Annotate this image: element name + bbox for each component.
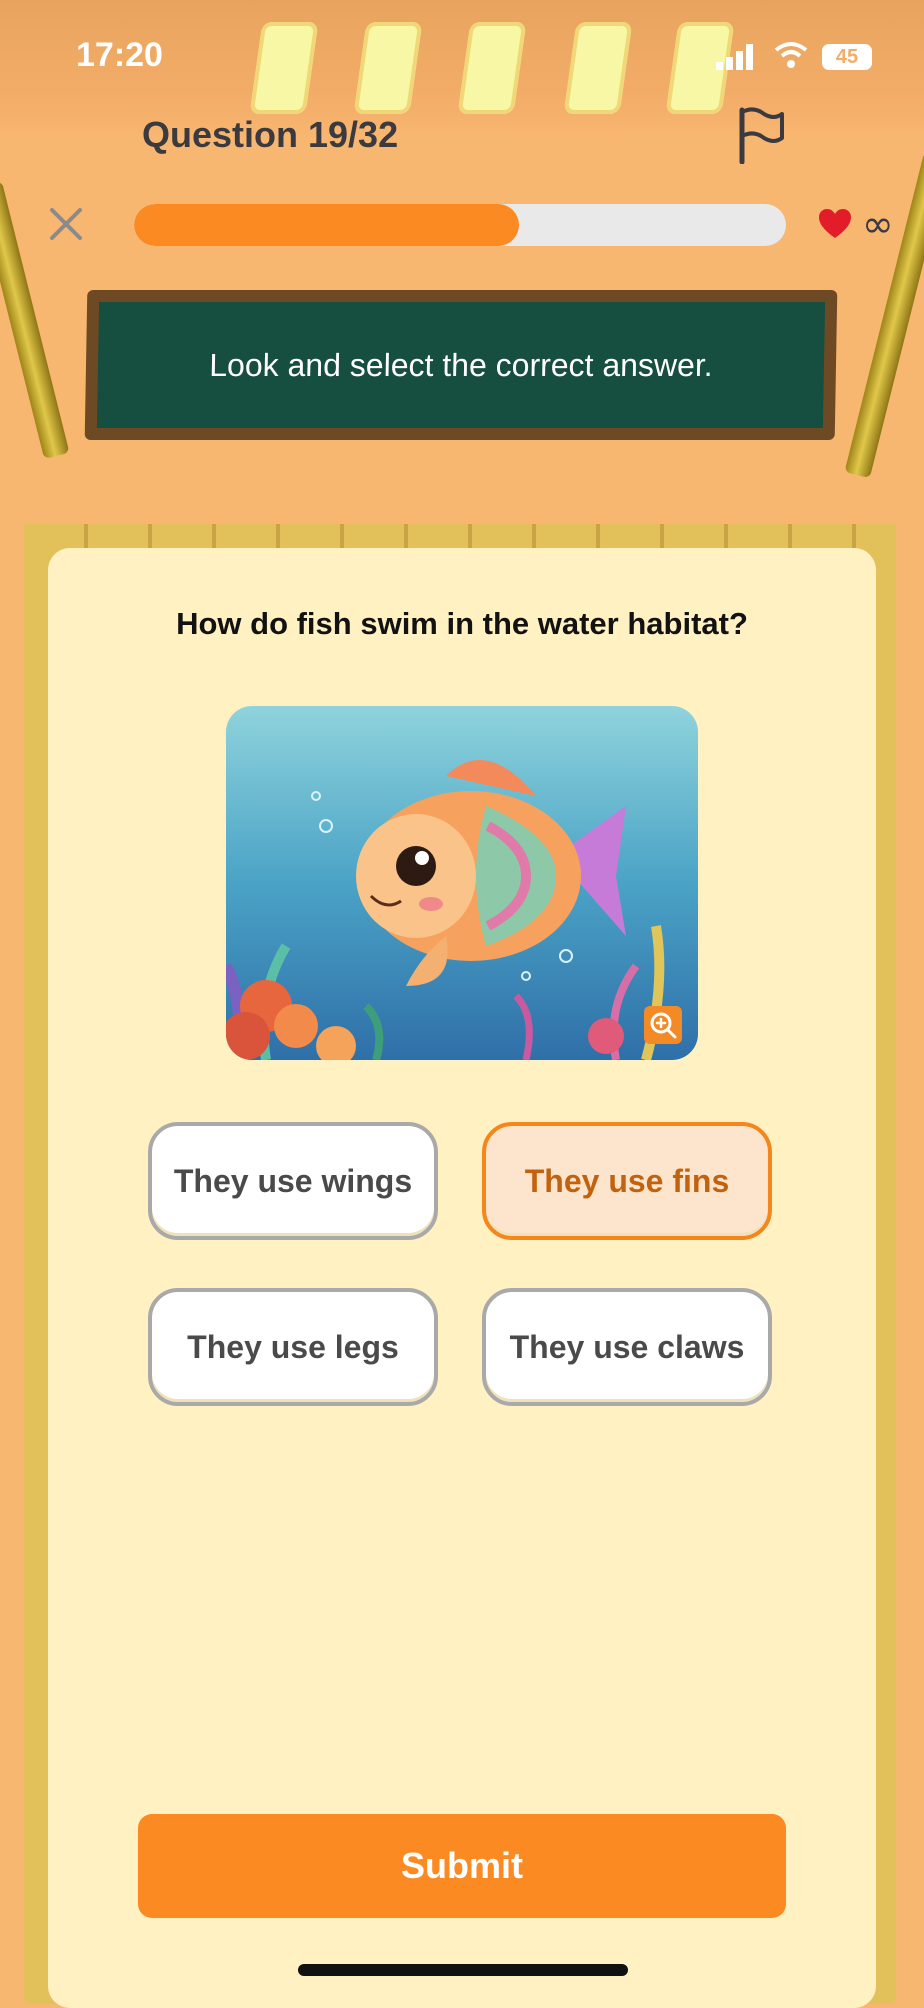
bamboo-pole bbox=[844, 151, 924, 479]
fish-illustration[interactable] bbox=[226, 706, 698, 1060]
option-they-use-claws[interactable]: They use claws bbox=[482, 1288, 772, 1406]
progress-fill bbox=[134, 204, 519, 246]
option-they-use-legs[interactable]: They use legs bbox=[148, 1288, 438, 1406]
close-icon[interactable] bbox=[46, 204, 86, 244]
signal-icon bbox=[716, 44, 753, 70]
zoom-icon[interactable] bbox=[644, 1006, 682, 1044]
instruction-text: Look and select the correct answer. bbox=[96, 302, 826, 428]
heart-icon bbox=[819, 209, 851, 238]
flag-icon[interactable] bbox=[736, 106, 786, 164]
lives-count: ∞ bbox=[862, 202, 894, 246]
question-counter: Question 19/32 bbox=[142, 114, 399, 155]
progress-bar bbox=[134, 204, 786, 246]
option-they-use-fins[interactable]: They use fins bbox=[482, 1122, 772, 1240]
battery-indicator: 45 bbox=[822, 44, 872, 70]
instruction-board: Look and select the correct answer. bbox=[84, 290, 838, 440]
home-indicator bbox=[298, 1964, 628, 1976]
wifi-icon bbox=[774, 42, 808, 68]
submit-button[interactable]: Submit bbox=[138, 1814, 786, 1918]
option-they-use-wings[interactable]: They use wings bbox=[148, 1122, 438, 1240]
status-time: 17:20 bbox=[76, 36, 163, 74]
question-text: How do fish swim in the water habitat? bbox=[176, 606, 748, 641]
